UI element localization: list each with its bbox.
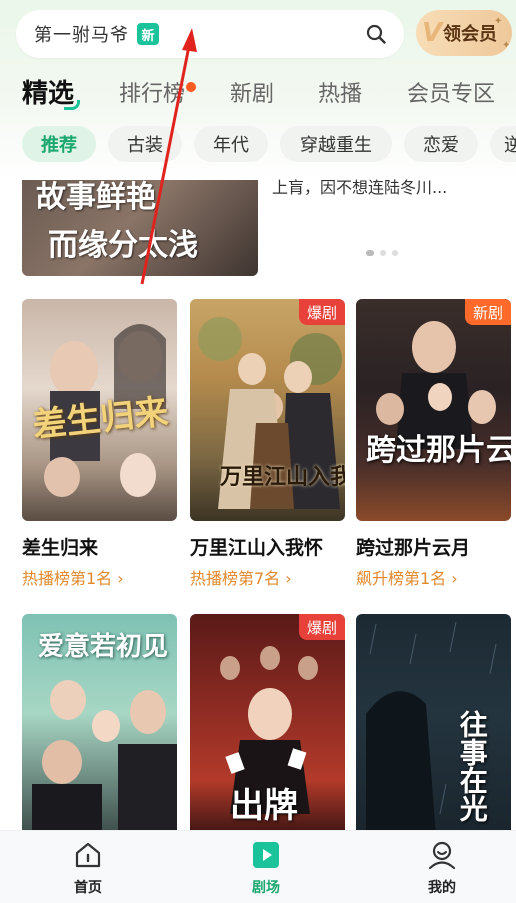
vip-logo-icon: V	[422, 18, 443, 48]
poster-artwork	[376, 321, 496, 449]
tab-vip-zone[interactable]: 会员专区	[407, 76, 495, 108]
banner-carousel[interactable]: 故事鲜艳 而缘分太浅 上肓，因不想连陆冬川...	[22, 178, 508, 276]
drama-poster[interactable]: 跨过那片云月 新剧	[356, 299, 511, 521]
sparkle-icon: ✦	[502, 40, 511, 51]
drama-title[interactable]: 跨过那片云月	[356, 533, 470, 560]
banner-poster-text: 故事鲜艳	[36, 180, 156, 215]
chip-time-travel[interactable]: 穿越重生	[280, 126, 392, 162]
search-icon[interactable]	[364, 22, 388, 46]
drama-title[interactable]: 万里江山入我怀	[190, 533, 323, 560]
chip-era[interactable]: 年代	[194, 126, 268, 162]
nav-label: 我的	[428, 880, 456, 896]
new-badge: 新	[137, 23, 159, 45]
tab-rankings[interactable]: 排行榜	[119, 76, 185, 108]
tab-hot[interactable]: 热播	[318, 76, 362, 108]
nav-label: 首页	[74, 880, 102, 896]
drama-title[interactable]: 差生归来	[22, 533, 98, 560]
drama-poster[interactable]: 差生归来	[22, 299, 177, 521]
new-drama-tag: 新剧	[464, 299, 511, 325]
poster-title-art: 出牌	[230, 786, 298, 826]
search-bar[interactable]: 第一驸马爷 新	[16, 10, 404, 58]
drama-poster[interactable]: 万里江山入我怀 爆剧	[190, 299, 345, 521]
drama-poster[interactable]: 出牌 爆剧	[190, 614, 345, 836]
nav-profile[interactable]: 我的	[402, 839, 482, 897]
vip-label: 领会员	[443, 24, 497, 45]
genre-chips: 推荐 古装 年代 穿越重生 恋爱 逆	[0, 126, 516, 162]
chip-costume[interactable]: 古装	[108, 126, 182, 162]
carousel-indicator	[366, 250, 398, 256]
poster-title-art: 爱意若初见	[38, 632, 169, 662]
profile-icon	[428, 841, 456, 870]
drama-rank[interactable]: 热播榜第7名 ›	[190, 565, 292, 589]
banner-poster[interactable]: 故事鲜艳 而缘分太浅	[22, 180, 258, 276]
nav-label: 剧场	[252, 880, 280, 896]
poster-title-art: 往事在光	[455, 710, 489, 822]
search-query-text: 第一驸马爷	[34, 25, 129, 46]
hot-drama-tag: 爆剧	[298, 299, 345, 325]
category-tabs: 精选 排行榜 新剧 热播 会员专区	[0, 70, 516, 114]
drama-poster[interactable]: 爱意若初见	[22, 614, 177, 836]
active-tab-indicator	[64, 100, 80, 110]
poster-title-art: 万里江山入我怀	[220, 464, 345, 490]
drama-rank[interactable]: 飙升榜第1名 ›	[356, 565, 458, 589]
drama-rank[interactable]: 热播榜第1名 ›	[22, 565, 124, 589]
play-icon	[253, 842, 279, 868]
banner-poster-text: 而缘分太浅	[48, 228, 198, 263]
drama-poster[interactable]: 往事在光	[356, 614, 511, 836]
home-icon	[75, 842, 101, 868]
chip-romance[interactable]: 恋爱	[404, 126, 478, 162]
nav-home[interactable]: 首页	[48, 839, 128, 897]
get-vip-button[interactable]: V ✦ ✦ 领会员	[416, 10, 512, 56]
poster-title-art: 跨过那片云月	[366, 433, 511, 468]
nav-theater[interactable]: 剧场	[226, 839, 306, 897]
notification-dot	[186, 82, 196, 92]
chip-more[interactable]: 逆	[490, 126, 516, 162]
banner-description: 上肓，因不想连陆冬川...	[272, 178, 448, 197]
hot-drama-tag: 爆剧	[298, 614, 345, 640]
tab-new-dramas[interactable]: 新剧	[230, 76, 274, 108]
chip-recommended[interactable]: 推荐	[22, 126, 96, 162]
bottom-navigation: 首页 剧场 我的	[0, 830, 516, 903]
